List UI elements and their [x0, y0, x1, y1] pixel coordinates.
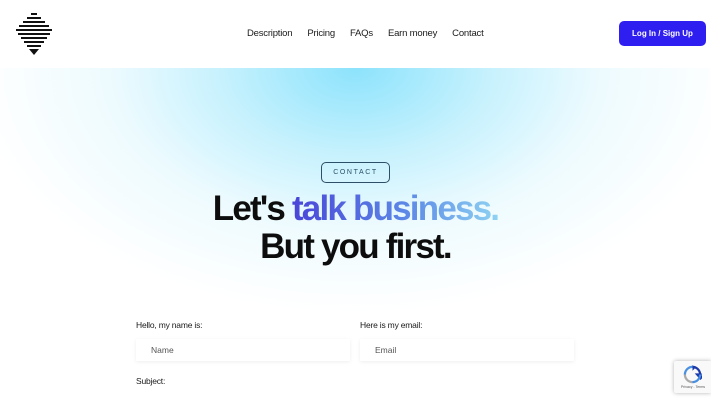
nav-link-earn-money[interactable]: Earn money — [388, 26, 437, 42]
headline-line2: But you first. — [260, 227, 452, 266]
recaptcha-badge[interactable]: Privacy - Terms — [674, 361, 711, 393]
email-input[interactable] — [360, 339, 574, 361]
header: Description Pricing FAQs Earn money Cont… — [0, 0, 711, 68]
section-badge: CONTACT — [321, 162, 390, 183]
page-headline: Let's talk business. But you first. — [0, 190, 711, 266]
name-label: Hello, my name is: — [136, 320, 203, 330]
login-signup-button[interactable]: Log In / Sign Up — [619, 21, 706, 46]
headline-part1: Let's — [212, 189, 292, 228]
subject-label: Subject: — [136, 376, 166, 386]
main-nav: Description Pricing FAQs Earn money Cont… — [247, 26, 484, 42]
name-input[interactable] — [136, 339, 350, 361]
email-label: Here is my email: — [360, 320, 423, 330]
nav-link-faqs[interactable]: FAQs — [350, 26, 373, 42]
nav-link-pricing[interactable]: Pricing — [307, 26, 335, 42]
recaptcha-icon — [683, 365, 702, 384]
headline-highlight: talk business. — [291, 189, 500, 228]
recaptcha-links[interactable]: Privacy - Terms — [676, 385, 710, 389]
logo-icon[interactable] — [16, 13, 52, 55]
nav-link-description[interactable]: Description — [247, 26, 293, 42]
nav-link-contact[interactable]: Contact — [452, 26, 484, 42]
